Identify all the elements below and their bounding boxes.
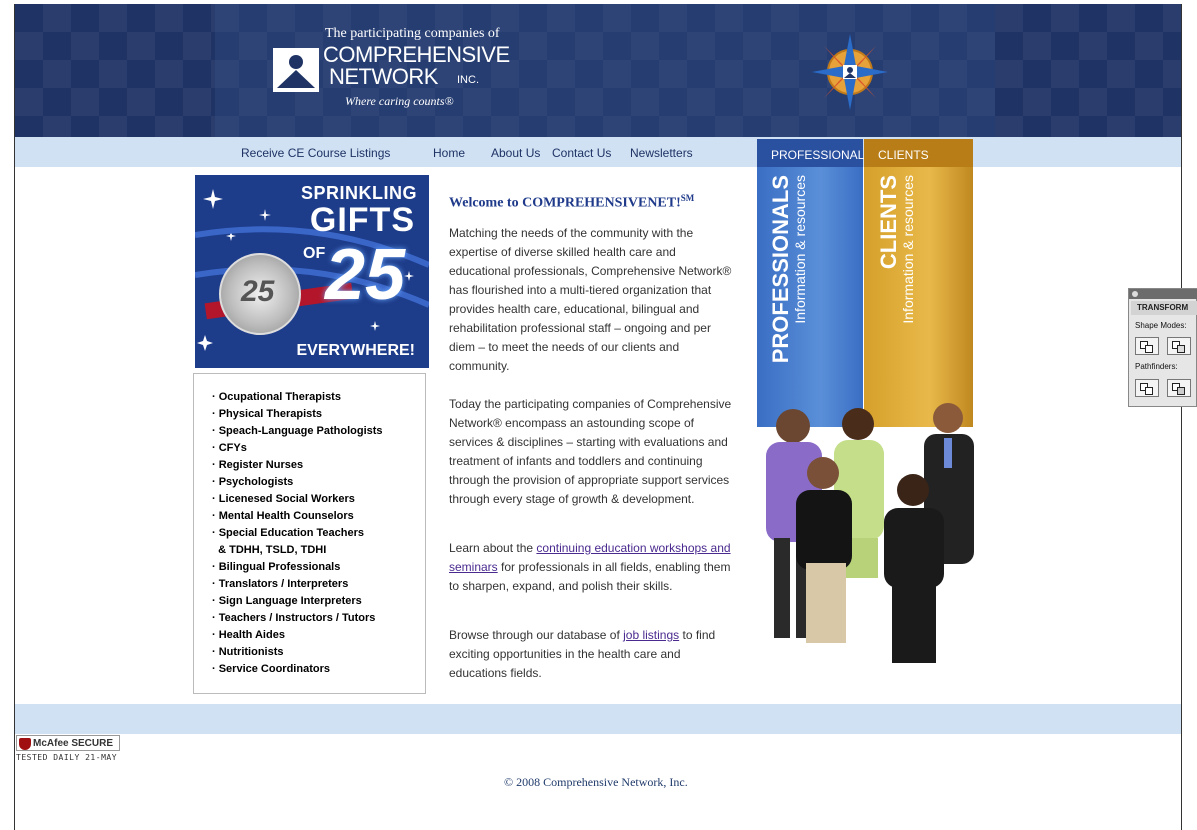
list-item: · Translators / Interpreters	[212, 578, 349, 590]
list-item: · Health Aides	[212, 629, 285, 641]
compass-icon	[810, 32, 890, 112]
shape-mode-minus-front-button[interactable]	[1167, 337, 1191, 355]
company-logo[interactable]: The participating companies of COMPREHEN…	[273, 26, 533, 126]
intro-paragraph: Matching the needs of the community with…	[449, 226, 732, 373]
list-item: · Mental Health Counselors	[212, 510, 354, 522]
logo-inc: INC.	[457, 74, 479, 86]
unite-icon-overlap	[1145, 345, 1153, 353]
nav-newsletters[interactable]: Newsletters	[630, 146, 693, 160]
promo-banner[interactable]: SPRINKLING GIFTS 25 OF 25 EVERYWHERE!	[195, 175, 429, 368]
tab-transform[interactable]: TRANSFORM	[1131, 301, 1197, 315]
list-item: · Service Coordinators	[212, 663, 330, 675]
list-item: · Nutritionists	[212, 646, 284, 658]
logo-person-icon	[273, 48, 319, 92]
copyright: © 2008 Comprehensive Network, Inc.	[504, 775, 688, 789]
list-item: · Teachers / Instructors / Tutors	[212, 612, 376, 624]
promo-everywhere: EVERYWHERE!	[296, 342, 415, 359]
list-item: · Licenesed Social Workers	[212, 493, 355, 505]
pathfinder-trim-button[interactable]	[1167, 379, 1191, 397]
trim-icon-overlap	[1177, 387, 1185, 395]
nav-contact-us[interactable]: Contact Us	[552, 146, 611, 160]
shield-icon	[19, 738, 31, 750]
list-item: · Register Nurses	[212, 459, 304, 471]
list-item: · Bilingual Professionals	[212, 561, 341, 573]
promo-seal-number: 25	[241, 275, 275, 308]
list-item: · CFYs	[212, 442, 247, 454]
professionals-subheading: Information & resources	[792, 175, 808, 324]
services-paragraph: Today the participating companies of Com…	[449, 397, 732, 506]
minus-front-icon-overlap	[1177, 345, 1185, 353]
shape-mode-unite-button[interactable]	[1135, 337, 1159, 355]
footer-bar	[15, 704, 1181, 734]
nav-bar: Receive CE Course Listings Home About Us…	[15, 137, 1181, 167]
jobs-text-before: Browse through our database of	[449, 628, 624, 642]
shape-modes-label: Shape Modes:	[1135, 321, 1187, 330]
logo-company-name: COMPREHENSIVE	[323, 42, 510, 67]
tab-clients[interactable]: CLIENTS	[864, 139, 973, 167]
pathfinder-divide-button[interactable]	[1135, 379, 1159, 397]
mcafee-tested-date: TESTED DAILY 21-MAY	[16, 753, 118, 762]
service-mark: SM	[680, 193, 695, 203]
people-group-image	[748, 398, 998, 673]
header-banner: The participating companies of COMPREHEN…	[15, 4, 1181, 137]
divide-icon-overlap	[1145, 387, 1153, 395]
education-text-before: Learn about the	[449, 541, 537, 555]
transform-panel: TRANSFORM Shape Modes: Pathfinders:	[1128, 288, 1197, 407]
education-paragraph: Learn about the continuing education wor…	[449, 539, 734, 596]
professionals-heading: PROFESSIONALS	[768, 175, 793, 364]
list-item: · Physical Therapists	[212, 408, 323, 420]
logo-slogan: Where caring counts®	[345, 94, 454, 108]
list-item: · Psychologists	[212, 476, 294, 488]
nav-ce-course-listings[interactable]: Receive CE Course Listings	[241, 146, 390, 160]
nav-about-us[interactable]: About Us	[491, 146, 540, 160]
pathfinders-label: Pathfinders:	[1135, 362, 1178, 371]
list-item: · Ocupational Therapists	[212, 391, 341, 403]
tab-professionals[interactable]: PROFESSIONALS	[757, 139, 872, 167]
list-item: · Sign Language Interpreters	[212, 595, 362, 607]
mcafee-secure-badge[interactable]: McAfee SECURE TESTED DAILY 21-MAY	[16, 735, 120, 763]
panel-titlebar[interactable]	[1129, 289, 1197, 299]
list-item: · Speach-Language Pathologists	[212, 425, 383, 437]
promo-of: OF	[303, 245, 326, 262]
logo-tagline: The participating companies of	[325, 26, 500, 41]
logo-network-name: NETWORK	[329, 64, 438, 89]
jobs-paragraph: Browse through our database of job listi…	[449, 626, 734, 683]
services-list-box: · Ocupational Therapists · Physical Ther…	[193, 373, 426, 694]
list-item: · Special Education Teachers	[212, 527, 365, 539]
welcome-text: Welcome to COMPREHENSIVENET!	[449, 195, 681, 211]
list-item: & TDHH, TSLD, TDHI	[212, 544, 327, 556]
mcafee-badge-top: McAfee SECURE	[16, 735, 120, 751]
nav-home[interactable]: Home	[433, 146, 465, 160]
clients-heading: CLIENTS	[876, 175, 901, 270]
services-list: · Ocupational Therapists · Physical Ther…	[212, 389, 383, 678]
promo-25: 25	[325, 235, 406, 315]
mcafee-label: McAfee SECURE	[33, 738, 114, 749]
close-icon[interactable]	[1132, 291, 1138, 297]
clients-subheading: Information & resources	[900, 175, 916, 324]
welcome-heading: Welcome to COMPREHENSIVENET!SM	[449, 193, 694, 212]
job-listings-link[interactable]: job listings	[623, 628, 679, 642]
page-border-right	[1181, 4, 1182, 830]
